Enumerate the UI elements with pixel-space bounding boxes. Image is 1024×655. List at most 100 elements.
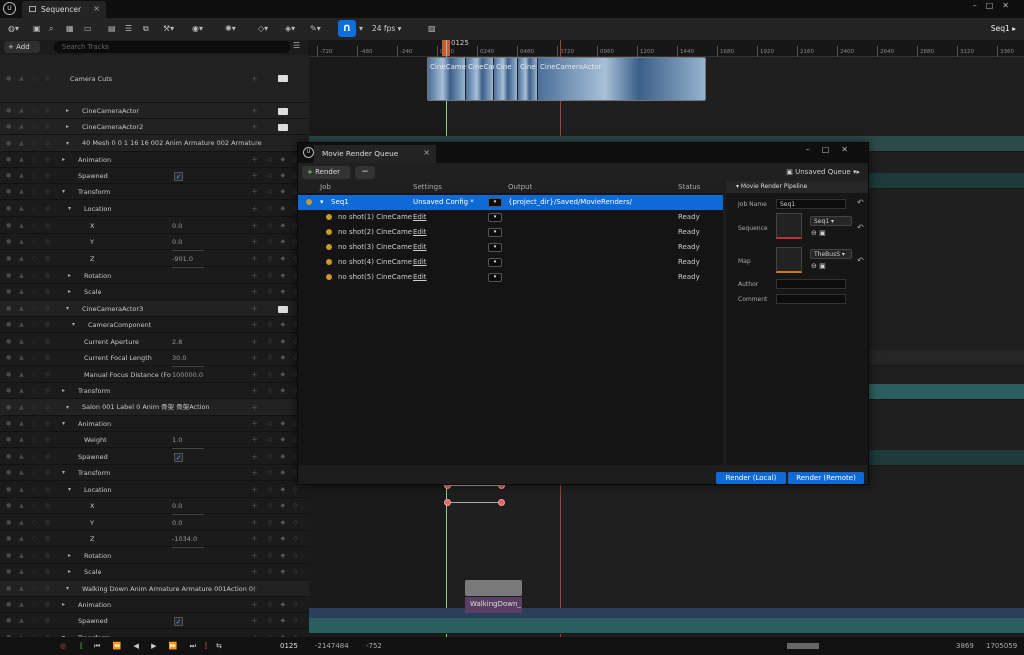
horizontal-scrollbar[interactable] bbox=[787, 643, 819, 649]
track-row[interactable]: ● ▲ ◌ ◎ ▾ Transform + ◇ ◆ ◇ bbox=[0, 184, 309, 200]
spawn-clip[interactable] bbox=[465, 580, 522, 596]
track-toggle-icons[interactable]: ● ▲ ◌ ◎ bbox=[6, 234, 53, 250]
track-toggle-icons[interactable]: ● ▲ ◌ ◎ bbox=[6, 350, 53, 366]
end-marker-icon[interactable]: ⟧ bbox=[204, 637, 207, 655]
track-toggle-icons[interactable]: ● ▲ ◌ ◎ bbox=[6, 383, 53, 399]
camera-icon[interactable] bbox=[278, 123, 288, 131]
add-icon[interactable]: + bbox=[251, 218, 258, 234]
track-row[interactable]: ● ▲ ◌ ◎ Manual Focus Distance (Fo 100000.0… bbox=[0, 367, 309, 384]
track-row[interactable]: ● ▲ ◌ ◎ ▾ Transform + ◇ ◆ ◇ bbox=[0, 465, 309, 481]
keyframe-nav-icons[interactable]: ◇ ◆ ◇ bbox=[268, 284, 301, 300]
author-field[interactable] bbox=[776, 279, 846, 289]
property-value-field[interactable]: 30.0 bbox=[172, 350, 204, 367]
track-toggle-icons[interactable]: ● ▲ ◌ ◎ bbox=[6, 597, 53, 613]
track-row[interactable]: ● ▲ ◌ ◎ Spawned ✓ + ◇ ◆ ◇ bbox=[0, 449, 309, 465]
reset-icon[interactable]: ↶ bbox=[857, 256, 864, 265]
track-toggle-icons[interactable]: ● ▲ ◌ ◎ bbox=[6, 334, 53, 350]
track-toggle-icons[interactable]: ● ▲ ◌ ◎ bbox=[6, 152, 53, 168]
wrench-icon[interactable]: ⚒▾ bbox=[163, 22, 174, 36]
add-icon[interactable]: + bbox=[251, 184, 258, 200]
track-toggle-icons[interactable]: ● ▲ ◌ ◎ bbox=[6, 103, 53, 119]
expand-arrow-icon[interactable]: ▸ bbox=[68, 284, 71, 300]
track-toggle-icons[interactable]: ● ▲ ◌ ◎ bbox=[6, 55, 53, 103]
keyframe-nav-icons[interactable]: ◇ ◆ ◇ bbox=[268, 449, 301, 465]
add-icon[interactable]: + bbox=[251, 367, 258, 383]
spawned-checkbox[interactable]: ✓ bbox=[174, 616, 183, 626]
queue-dropdown[interactable]: ▣ Unsaved Queue ▾▸ bbox=[786, 166, 860, 179]
expand-arrow-icon[interactable]: ▾ bbox=[68, 201, 71, 217]
key-icon[interactable]: ⧉ bbox=[143, 22, 149, 36]
expand-arrow-icon[interactable]: ▸ bbox=[66, 103, 69, 119]
track-toggle-icons[interactable]: ● ▲ ◌ ◎ bbox=[6, 399, 53, 416]
key-interp-icon[interactable]: ◇▾ bbox=[258, 22, 268, 36]
track-row[interactable]: ● ▲ ◌ ◎ ▾ Walking Down Anim Armature Armat… bbox=[0, 581, 309, 597]
add-icon[interactable]: + bbox=[251, 581, 258, 597]
track-toggle-icons[interactable]: ● ▲ ◌ ◎ bbox=[6, 201, 53, 217]
job-settings-link[interactable]: Edit bbox=[413, 210, 427, 224]
browse-icon[interactable]: ⌕ bbox=[49, 22, 53, 36]
add-icon[interactable]: + bbox=[251, 613, 258, 629]
map-dropdown[interactable]: TheBusS ▾ bbox=[810, 249, 852, 259]
track-row[interactable]: ● ▲ ◌ ◎ X 0.0 + ◇ ◆ ◇ bbox=[0, 498, 309, 515]
col-settings[interactable]: Settings bbox=[413, 181, 442, 193]
window-controls[interactable]: –□✕ bbox=[806, 145, 860, 154]
col-output[interactable]: Output bbox=[508, 181, 532, 193]
expand-arrow-icon[interactable]: ▸ bbox=[68, 268, 71, 284]
track-row[interactable]: ● ▲ ◌ ◎ ▸ Transform + ◇ ◆ ◇ bbox=[0, 383, 309, 399]
track-row[interactable]: ● ▲ ◌ ◎ ▾ Location + ◇ ◆ ◇ bbox=[0, 201, 309, 217]
expand-arrow-icon[interactable]: ▸ bbox=[66, 119, 69, 135]
expand-arrow-icon[interactable]: ▸ bbox=[68, 548, 71, 564]
track-row[interactable]: ● ▲ ◌ ◎ ▾ CineCameraActor3 + bbox=[0, 301, 309, 317]
track-row[interactable]: ● ▲ ◌ ◎ ▾ CameraComponent + ◇ ◆ ◇ bbox=[0, 317, 309, 333]
job-row[interactable]: ▾ Seq1 Unsaved Config * ▾ {project_dir}/Save… bbox=[298, 195, 723, 210]
job-row[interactable]: no shot(4) CineCame Edit ▾ Ready bbox=[298, 255, 723, 270]
keyframe-nav-icons[interactable]: ◇ ◆ ◇ bbox=[268, 317, 301, 333]
browse-asset-icons[interactable]: ⊖ ▣ bbox=[811, 262, 826, 270]
map-thumbnail-icon[interactable] bbox=[776, 247, 802, 273]
job-name-field[interactable]: Seq1 bbox=[776, 199, 846, 209]
keyframe-nav-icons[interactable]: ◇ ◆ ◇ bbox=[268, 597, 301, 613]
curve-editor-icon[interactable]: ▨ bbox=[428, 22, 436, 36]
track-toggle-icons[interactable]: ● ▲ ◌ ◎ bbox=[6, 548, 53, 564]
expand-arrow-icon[interactable]: ▸ bbox=[62, 152, 65, 168]
view-range-end[interactable]: 1705059 bbox=[986, 637, 1017, 655]
add-icon[interactable]: + bbox=[251, 630, 258, 637]
add-icon[interactable]: + bbox=[251, 449, 258, 465]
track-row[interactable]: ● ▲ ◌ ◎ Z -1034.0 + ◇ ◆ ◇ bbox=[0, 531, 309, 548]
spawned-checkbox[interactable]: ✓ bbox=[174, 171, 183, 181]
track-row[interactable]: ● ▲ ◌ ◎ Current Aperture 2.8 + ◇ ◆ ◇ bbox=[0, 334, 309, 351]
spawned-checkbox[interactable]: ✓ bbox=[174, 452, 183, 462]
keyframe-nav-icons[interactable]: ◇ ◆ ◇ bbox=[268, 218, 301, 234]
track-row[interactable]: ● ▲ ◌ ◎ ▸ Scale + ◇ ◆ ◇ bbox=[0, 284, 309, 300]
col-job[interactable]: Job bbox=[320, 181, 331, 193]
keyframe-nav-icons[interactable]: ◇ ◆ ◇ bbox=[268, 152, 301, 168]
track-row[interactable]: ● ▲ ◌ ◎ ▸ Animation + ◇ ◆ ◇ bbox=[0, 152, 309, 168]
keyframe-nav-icons[interactable]: ◇ ◆ ◇ bbox=[268, 630, 301, 637]
add-icon[interactable]: + bbox=[251, 119, 258, 135]
expand-arrow-icon[interactable]: ▾ bbox=[66, 581, 69, 597]
camera-icon[interactable] bbox=[278, 305, 288, 313]
track-toggle-icons[interactable]: ● ▲ ◌ ◎ bbox=[6, 301, 53, 317]
keyframe-nav-icons[interactable]: ◇ ◆ ◇ bbox=[268, 432, 301, 448]
keyframe-nav-icons[interactable]: ◇ ◆ ◇ bbox=[268, 251, 301, 267]
keyframe-nav-icons[interactable]: ◇ ◆ ◇ bbox=[268, 548, 301, 564]
sequence-dropdown[interactable]: Seq1 ▾ bbox=[810, 216, 852, 226]
remove-job-button[interactable]: − bbox=[355, 166, 375, 179]
add-icon[interactable]: + bbox=[251, 416, 258, 432]
start-marker-icon[interactable]: ⟦ bbox=[80, 637, 83, 655]
add-icon[interactable]: + bbox=[251, 135, 258, 152]
expand-arrow-icon[interactable]: ▸ bbox=[68, 564, 71, 580]
chevron-down-icon[interactable]: ▾ bbox=[359, 22, 363, 36]
track-toggle-icons[interactable]: ● ▲ ◌ ◎ bbox=[6, 284, 53, 300]
fps-dropdown[interactable]: 24 fps ▾ bbox=[372, 22, 401, 36]
close-icon[interactable]: × bbox=[93, 4, 100, 13]
expand-arrow-icon[interactable]: ▾ bbox=[62, 465, 65, 481]
job-settings-link[interactable]: Edit bbox=[413, 240, 427, 254]
render-remote-button[interactable]: Render (Remote) bbox=[788, 472, 864, 484]
playback-range-end[interactable]: 3869 bbox=[956, 637, 974, 655]
track-row[interactable]: ● ▲ ◌ ◎ Spawned ✓ + ◇ ◆ ◇ bbox=[0, 613, 309, 629]
pen-icon[interactable]: ✎▾ bbox=[310, 22, 321, 36]
track-row[interactable]: ● ▲ ◌ ◎ ▸ Rotation + ◇ ◆ ◇ bbox=[0, 268, 309, 284]
browse-asset-icons[interactable]: ⊖ ▣ bbox=[811, 229, 826, 237]
track-row[interactable]: ● ▲ ◌ ◎ Y 0.0 + ◇ ◆ ◇ bbox=[0, 515, 309, 532]
